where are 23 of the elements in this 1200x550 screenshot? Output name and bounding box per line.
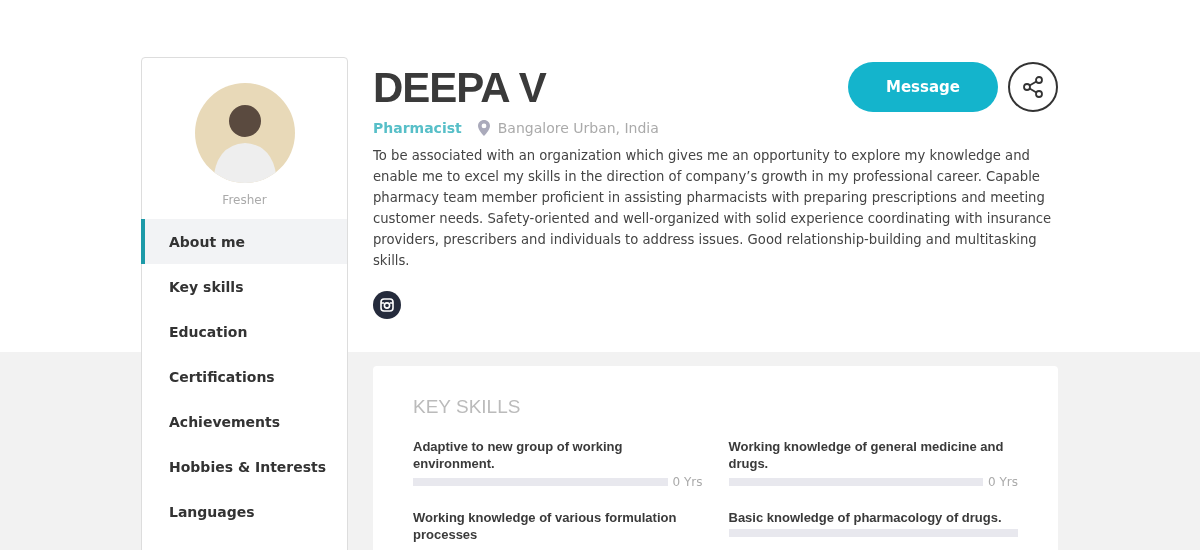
sidebar-item[interactable]: Achievements bbox=[141, 399, 347, 444]
sidebar-item[interactable]: About me bbox=[141, 219, 347, 264]
profile-summary: To be associated with an organization which gives me an opportunity to explore my knowledge and enable me to excel my skills in the direction of company’s growth in my professional career. Capable pharmacy team member proficient in assisting pharmacists with preparing prescriptions and meeting customer needs. Safety-oriented and well-organized with solid experience coordinating with insurance providers, prescribers and individuals to address issues. Good relationship-building and multitasking skills. bbox=[373, 147, 1053, 270]
share-icon bbox=[1021, 75, 1045, 99]
skill-years: 0 Yrs bbox=[988, 475, 1018, 489]
section-title: KEY SKILLS bbox=[413, 396, 522, 418]
skill-name: Working knowledge of general medicine and drugs. bbox=[728, 438, 1005, 472]
sidebar-item[interactable]: Education bbox=[141, 309, 347, 354]
location-pin-icon bbox=[477, 120, 490, 136]
share-button[interactable] bbox=[1008, 62, 1058, 112]
sidebar-item[interactable]: Languages bbox=[141, 489, 347, 534]
skill-name: Working knowledge of various formulation processes bbox=[413, 509, 678, 543]
skill-name: Basic knowledge of pharmacology of drugs. bbox=[728, 509, 1003, 526]
experience-label: Fresher bbox=[222, 193, 267, 207]
job-title: Pharmacist bbox=[373, 120, 462, 136]
location-text: Bangalore Urban, India bbox=[497, 120, 659, 136]
sidebar-item[interactable]: Hobbies & Interests bbox=[141, 444, 347, 489]
sidebar-item[interactable]: Certifications bbox=[141, 354, 347, 399]
skill-name: Adaptive to new group of working environment. bbox=[413, 438, 624, 472]
sidebar-item[interactable]: Key skills bbox=[141, 264, 347, 309]
profile-name: DEEPA V bbox=[373, 64, 546, 112]
skill-years: 0 Yrs bbox=[672, 475, 703, 489]
instagram-icon[interactable] bbox=[373, 291, 401, 319]
